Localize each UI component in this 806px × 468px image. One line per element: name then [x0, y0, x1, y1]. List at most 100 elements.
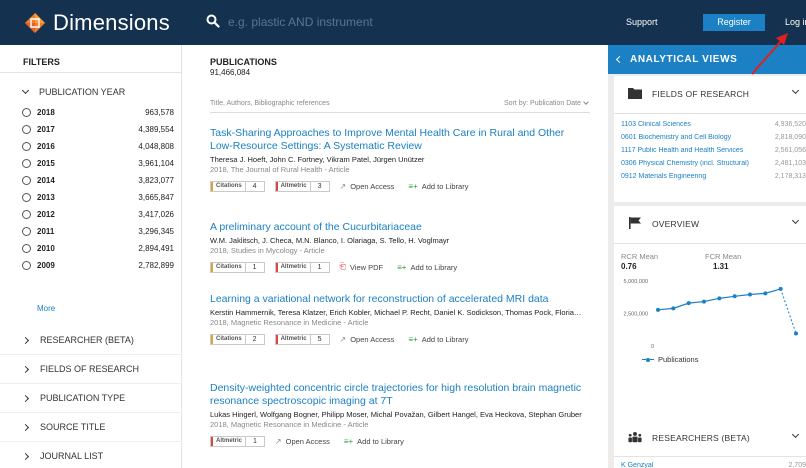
year-filter-option[interactable]: 2017 4,389,554 [22, 123, 174, 135]
year-label: 2010 [37, 243, 55, 253]
filters-title: FILTERS [23, 57, 60, 67]
data-point [748, 292, 752, 297]
field-of-research-item[interactable]: 1103 Clinical Sciences 4,936,520 [621, 121, 806, 128]
altmetric-label: Altmetric [211, 436, 247, 446]
sort-dropdown[interactable]: Sort by: Publication Date [504, 99, 589, 107]
filter-section-label: RESEARCHER (BETA) [40, 335, 134, 345]
radio-button[interactable] [22, 107, 31, 117]
search-icon[interactable] [206, 14, 220, 28]
radio-button[interactable] [22, 141, 31, 151]
field-of-research-item[interactable]: 0601 Biochemistry and Cell Biology 2,818,… [621, 134, 806, 141]
support-link[interactable]: Support [626, 17, 658, 27]
year-filter-option[interactable]: 2010 2,894,491 [22, 242, 174, 254]
altmetric-badge[interactable]: Altmetric 1 [210, 435, 265, 447]
add-to-library-button[interactable]: ≡+ Add to Library [397, 263, 457, 272]
article-title-link[interactable]: A preliminary account of the Cucurbitari… [210, 221, 582, 234]
filter-section-toggle[interactable]: JOURNAL LIST [21, 451, 103, 461]
analytical-views-header[interactable]: ANALYTICAL VIEWS [608, 45, 806, 74]
chart-legend: Publications [642, 355, 698, 364]
open-access-link[interactable]: ↗ Open Access [340, 335, 395, 344]
chevron-right-icon [21, 365, 30, 373]
altmetric-badge[interactable]: Altmetric 5 [274, 333, 330, 345]
dimensions-logo[interactable]: Dimensions [23, 9, 170, 37]
year-count: 4,048,808 [138, 141, 174, 151]
chevron-right-icon [21, 336, 30, 344]
add-to-library-button[interactable]: ≡+ Add to Library [344, 437, 404, 446]
year-label: 2009 [37, 260, 55, 270]
open-access-link[interactable]: ↗ Open Access [340, 182, 395, 191]
field-of-research-item[interactable]: 0912 Materials Engineering 2,178,313 [621, 173, 806, 180]
year-count: 3,417,026 [138, 209, 174, 219]
radio-button[interactable] [22, 175, 31, 185]
add-to-library-button[interactable]: ≡+ Add to Library [408, 335, 468, 344]
radio-button[interactable] [22, 192, 31, 202]
chevron-down-icon [21, 86, 30, 95]
analytical-views-panel: ANALYTICAL VIEWS FIELDS OF RESEARCH 1103… [608, 45, 806, 468]
filter-section-toggle[interactable]: SOURCE TITLE [21, 422, 105, 432]
year-filter-option[interactable]: 2018 963,578 [22, 106, 174, 118]
researcher-item[interactable]: K Genzyal 2,709 [621, 462, 806, 468]
search-input[interactable] [228, 10, 588, 34]
chevron-down-icon[interactable] [791, 86, 800, 95]
radio-button[interactable] [22, 158, 31, 168]
publication-year-filter-toggle[interactable]: PUBLICATION YEAR [21, 86, 125, 97]
field-of-research-item[interactable]: 0306 Physical Chemistry (incl. Structura… [621, 160, 806, 167]
radio-button[interactable] [22, 243, 31, 253]
radio-button[interactable] [22, 260, 31, 270]
field-label: 0306 Physical Chemistry (incl. Structura… [621, 160, 749, 167]
open-access-label: Open Access [285, 436, 330, 446]
field-count: 2,561,056 [774, 147, 806, 154]
data-point [686, 301, 691, 306]
year-filter-option[interactable]: 2016 4,048,808 [22, 140, 174, 152]
register-button[interactable]: Register [703, 14, 765, 31]
year-filter-option[interactable]: 2009 2,782,899 [22, 259, 174, 271]
divider [0, 441, 182, 442]
add-to-library-button[interactable]: ≡+ Add to Library [408, 182, 468, 191]
citations-count: 4 [252, 182, 257, 190]
article-actions: Citations 1 Altmetric 1 ⎗ View PDF ≡+ Add to Li… [210, 261, 582, 273]
altmetric-score: 5 [317, 335, 322, 343]
year-filter-option[interactable]: 2014 3,823,077 [22, 174, 174, 186]
field-of-research-item[interactable]: 1117 Public Health and Health Services 2,… [621, 147, 806, 154]
open-access-link[interactable]: ↗ Open Access [275, 437, 330, 446]
field-label: 0912 Materials Engineering [621, 173, 707, 180]
year-filter-option[interactable]: 2012 3,417,026 [22, 208, 174, 220]
altmetric-label: Altmetric [275, 334, 311, 344]
citations-badge[interactable]: Citations 2 [210, 333, 265, 345]
article-item: Density-weighted concentric circle traje… [210, 382, 582, 447]
radio-button[interactable] [22, 226, 31, 236]
researcher-count: 2,709 [788, 462, 806, 468]
article-title-link[interactable]: Learning a variational network for recon… [210, 293, 582, 306]
citations-badge[interactable]: Citations 4 [210, 180, 265, 192]
year-filter-option[interactable]: 2015 3,961,104 [22, 157, 174, 169]
field-count: 2,481,103 [774, 160, 806, 167]
field-label: 1117 Public Health and Health Services [621, 147, 744, 154]
article-authors: Theresa J. Hoeft, John C. Fortney, Vikra… [210, 155, 425, 164]
data-point [794, 331, 798, 336]
article-title-link[interactable]: Density-weighted concentric circle traje… [210, 382, 582, 408]
radio-button[interactable] [22, 124, 31, 134]
year-filter-option[interactable]: 2013 3,665,847 [22, 191, 174, 203]
more-years-link[interactable]: More [37, 304, 55, 313]
series-line-projection [780, 288, 797, 334]
year-filter-option[interactable]: 2011 3,296,345 [22, 225, 174, 237]
chevron-down-icon[interactable] [791, 430, 800, 439]
filter-section-toggle[interactable]: PUBLICATION TYPE [21, 393, 125, 403]
divider [614, 113, 806, 114]
filter-section-toggle[interactable]: RESEARCHER (BETA) [21, 335, 134, 345]
article-item: Learning a variational network for recon… [210, 293, 582, 345]
login-link[interactable]: Log in [785, 17, 806, 27]
altmetric-score: 3 [317, 182, 322, 190]
citations-label: Citations [211, 334, 246, 344]
filter-section-toggle[interactable]: FIELDS OF RESEARCH [21, 364, 139, 374]
open-access-icon: ↗ [339, 181, 347, 191]
year-count: 3,296,345 [138, 226, 174, 236]
article-actions: Citations 2 Altmetric 5 ↗ Open Access ≡+ Add to… [210, 333, 582, 345]
view-pdf-link[interactable]: ⎗ View PDF [340, 262, 384, 272]
altmetric-badge[interactable]: Altmetric 3 [274, 180, 330, 192]
altmetric-badge[interactable]: Altmetric 1 [274, 261, 330, 273]
citations-badge[interactable]: Citations 1 [210, 261, 265, 273]
article-title-link[interactable]: Task-Sharing Approaches to Improve Menta… [210, 127, 582, 153]
data-point [763, 291, 768, 296]
radio-button[interactable] [22, 209, 31, 219]
